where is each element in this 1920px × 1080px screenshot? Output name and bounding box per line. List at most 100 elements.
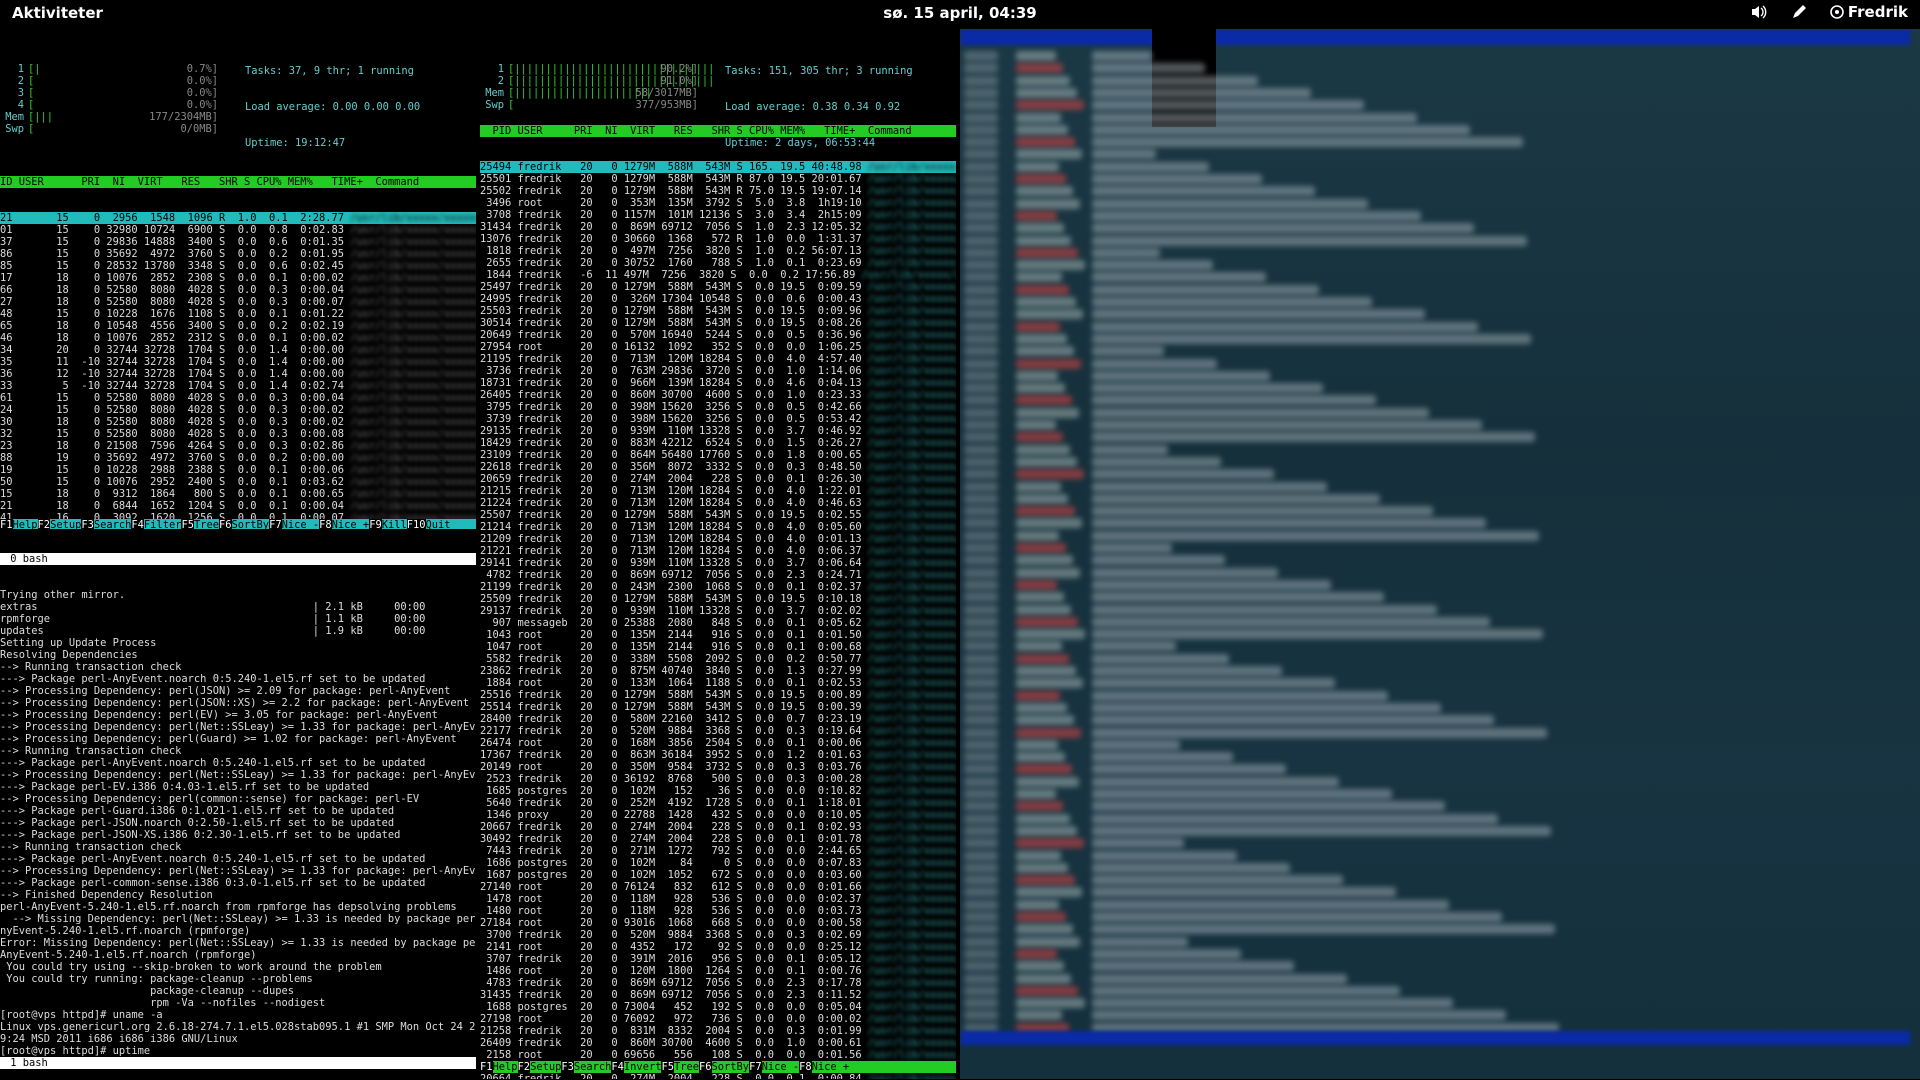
process-row[interactable]: 26409 fredrik 20 0 860M 30700 4600 S 0.0… bbox=[480, 1037, 956, 1049]
process-row[interactable]: 3700 fredrik 20 0 520M 9884 3368 S 0.0 0… bbox=[480, 929, 956, 941]
process-row[interactable]: 24 15 0 52580 8080 4028 S 0.0 0.3 0:00.0… bbox=[0, 404, 476, 416]
htop-middle-pane[interactable]: 1 [|||||||||||||||||||||||||||||||| 90.2%]… bbox=[480, 29, 956, 1079]
process-row[interactable]: 3736 fredrik 20 0 763M 29836 3720 S 0.0 … bbox=[480, 365, 956, 377]
process-row[interactable]: 65 18 0 10548 4556 3400 S 0.0 0.2 0:02.1… bbox=[0, 320, 476, 332]
process-row[interactable]: 23862 fredrik 20 0 875M 40740 3840 S 0.0… bbox=[480, 665, 956, 677]
process-row[interactable]: 18731 fredrik 20 0 966M 139M 18284 S 0.0… bbox=[480, 377, 956, 389]
process-row[interactable]: 2158 root 20 0 69656 556 108 S 0.0 0.0 0… bbox=[480, 1049, 956, 1061]
process-row[interactable]: 61 15 0 52580 8080 4028 S 0.0 0.3 0:00.0… bbox=[0, 392, 476, 404]
fkey-f5[interactable]: F5 bbox=[181, 519, 194, 529]
process-row[interactable]: 31434 fredrik 20 0 869M 69712 7056 S 1.0… bbox=[480, 221, 956, 233]
process-row[interactable]: 23 18 0 21508 7596 4264 S 0.0 0.3 0:02.8… bbox=[0, 440, 476, 452]
process-row[interactable]: 2655 fredrik 20 0 30752 1760 788 S 1.0 0… bbox=[480, 257, 956, 269]
fkey-f8[interactable]: F8 bbox=[799, 1061, 812, 1073]
process-row[interactable]: 21224 fredrik 20 0 713M 120M 18284 S 0.0… bbox=[480, 497, 956, 509]
process-row[interactable]: 36 12 -10 32744 32728 1704 S 0.0 1.4 0:0… bbox=[0, 368, 476, 380]
process-row[interactable]: 5582 fredrik 20 0 338M 5508 2092 S 0.0 0… bbox=[480, 653, 956, 665]
process-table-header[interactable]: ID USER PRI NI VIRT RES SHR S CPU% MEM% … bbox=[0, 176, 476, 188]
process-row[interactable]: 25503 fredrik 20 0 1279M 588M 543M S 0.0… bbox=[480, 305, 956, 317]
process-row[interactable]: 23109 fredrik 20 0 864M 56480 17760 S 0.… bbox=[480, 449, 956, 461]
fkey-f8[interactable]: F8 bbox=[319, 519, 332, 529]
process-row[interactable]: 25507 fredrik 20 0 1279M 588M 543M S 0.0… bbox=[480, 509, 956, 521]
fkey-f5[interactable]: F5 bbox=[661, 1061, 674, 1073]
process-row[interactable]: 15 18 0 9312 1864 800 S 0.0 0.1 0:00.65 /… bbox=[0, 488, 476, 500]
process-row[interactable]: 1844 fredrik -6 11 497M 7256 3820 S 0.0 … bbox=[480, 269, 956, 281]
process-row[interactable]: 86 15 0 35692 4972 3760 S 0.0 0.2 0:01.9… bbox=[0, 248, 476, 260]
fkey-f7[interactable]: F7 bbox=[749, 1061, 762, 1073]
fkey-f2[interactable]: F2 bbox=[517, 1061, 531, 1073]
process-row[interactable]: 27198 root 20 0 76092 972 736 S 0.0 0.0 … bbox=[480, 1013, 956, 1025]
process-row[interactable]: 32 15 0 52580 8080 4028 S 0.0 0.3 0:00.0… bbox=[0, 428, 476, 440]
fkey-f9[interactable]: F9 bbox=[369, 519, 382, 529]
process-row[interactable]: 37 15 0 29836 14888 3400 S 0.0 0.6 0:01.… bbox=[0, 236, 476, 248]
process-row[interactable]: 34 20 0 32744 32728 1704 S 0.0 1.4 0:00.… bbox=[0, 344, 476, 356]
process-table-header[interactable]: PID USER PRI NI VIRT RES SHR S CPU% MEM%… bbox=[480, 125, 956, 137]
process-row[interactable]: 27184 root 20 0 93016 1068 668 S 0.0 0.0… bbox=[480, 917, 956, 929]
fkey-f1[interactable]: F1 bbox=[0, 519, 13, 529]
process-row[interactable]: 21214 fredrik 20 0 713M 120M 18284 S 0.0… bbox=[480, 521, 956, 533]
process-row[interactable]: 1480 root 20 0 118M 928 536 S 0.0 0.0 0:… bbox=[480, 905, 956, 917]
user-menu[interactable]: Fredrik bbox=[1830, 3, 1908, 21]
process-row[interactable]: 31435 fredrik 20 0 869M 69712 7056 S 0.0… bbox=[480, 989, 956, 1001]
process-row[interactable]: 27 18 0 52580 8080 4028 S 0.0 0.3 0:00.0… bbox=[0, 296, 476, 308]
process-row[interactable]: 25514 fredrik 20 0 1279M 588M 543M S 0.0… bbox=[480, 701, 956, 713]
activities-button[interactable]: Aktiviteter bbox=[12, 4, 103, 22]
process-row[interactable]: 25516 fredrik 20 0 1279M 588M 543M S 0.0… bbox=[480, 689, 956, 701]
process-row[interactable]: 20664 fredrik 20 0 274M 2004 228 S 0.0 0… bbox=[480, 1073, 956, 1079]
process-row[interactable]: 46 18 0 10076 2852 2312 S 0.0 0.1 0:00.0… bbox=[0, 332, 476, 344]
process-row[interactable]: 21209 fredrik 20 0 713M 120M 18284 S 0.0… bbox=[480, 533, 956, 545]
process-row[interactable]: 3739 fredrik 20 0 398M 15620 3256 S 0.0 … bbox=[480, 413, 956, 425]
process-row[interactable]: 66 18 0 52580 8080 4028 S 0.0 0.3 0:00.0… bbox=[0, 284, 476, 296]
process-row[interactable]: 20667 fredrik 20 0 274M 2004 228 S 0.0 0… bbox=[480, 821, 956, 833]
irc-chat-pane[interactable] bbox=[960, 29, 1920, 1079]
terminal-output[interactable]: Trying other mirror. extras | 2.1 kB 00:0… bbox=[0, 589, 476, 1069]
htop-left-pane[interactable]: 1 [| 0.7%] 2 [0.0%] 3 [0.0%] 4 [0.0%] Mem [||| 177/… bbox=[0, 29, 476, 529]
process-row[interactable]: 13076 fredrik 20 0 30660 1368 572 R 1.0 … bbox=[480, 233, 956, 245]
process-row[interactable]: 20649 fredrik 20 0 570M 16940 5244 S 0.0… bbox=[480, 329, 956, 341]
process-row[interactable]: 1043 root 20 0 135M 2144 916 S 0.0 0.1 0… bbox=[480, 629, 956, 641]
process-row[interactable]: 1818 fredrik 20 0 497M 7256 3820 S 1.0 0… bbox=[480, 245, 956, 257]
process-row[interactable]: 26405 fredrik 20 0 860M 30700 4600 S 0.0… bbox=[480, 389, 956, 401]
process-row[interactable]: 30514 fredrik 20 0 1279M 588M 543M S 0.0… bbox=[480, 317, 956, 329]
process-row[interactable]: 1884 root 20 0 133M 1064 1188 S 0.0 0.1 … bbox=[480, 677, 956, 689]
fkey-f3[interactable]: F3 bbox=[561, 1061, 574, 1073]
fkey-f1[interactable]: F1 bbox=[480, 1061, 493, 1073]
process-row[interactable]: 27954 root 20 0 16132 1092 352 S 0.0 0.0… bbox=[480, 341, 956, 353]
process-row[interactable]: 3496 root 20 0 353M 135M 3792 S 5.0 3.8 … bbox=[480, 197, 956, 209]
process-row[interactable]: 3707 fredrik 20 0 391M 2016 956 S 0.0 0.… bbox=[480, 953, 956, 965]
process-row[interactable]: 50 15 0 10076 2952 2400 S 0.0 0.1 0:03.6… bbox=[0, 476, 476, 488]
process-row[interactable]: 48 15 0 10228 1676 1108 S 0.0 0.1 0:01.2… bbox=[0, 308, 476, 320]
process-row[interactable]: 29135 fredrik 20 0 939M 110M 13328 S 0.0… bbox=[480, 425, 956, 437]
process-row[interactable]: 1687 postgres 20 0 102M 1052 672 S 0.0 0… bbox=[480, 869, 956, 881]
process-row[interactable]: 21215 fredrik 20 0 713M 120M 18284 S 0.0… bbox=[480, 485, 956, 497]
process-row[interactable]: 27140 root 20 0 76124 832 612 S 0.0 0.0 … bbox=[480, 881, 956, 893]
process-row[interactable]: 21199 fredrik 20 0 243M 2300 1068 S 0.0 … bbox=[480, 581, 956, 593]
process-row[interactable]: 29137 fredrik 20 0 939M 110M 13328 S 0.0… bbox=[480, 605, 956, 617]
tmux-tab-top[interactable]: 0 bash bbox=[0, 553, 476, 565]
process-row[interactable]: 25494 fredrik 20 0 1279M 588M 543M S 165… bbox=[480, 161, 956, 173]
process-row[interactable]: 20659 fredrik 20 0 274M 2004 228 S 0.0 0… bbox=[480, 473, 956, 485]
process-row[interactable]: 1686 postgres 20 0 102M 84 0 S 0.0 0.0 0… bbox=[480, 857, 956, 869]
volume-icon[interactable] bbox=[1750, 3, 1768, 21]
process-row[interactable]: 2141 root 20 0 4352 172 92 S 0.0 0.0 0:2… bbox=[480, 941, 956, 953]
fkey-f6[interactable]: F6 bbox=[699, 1061, 712, 1073]
process-row[interactable]: 25502 fredrik 20 0 1279M 588M 543M R 75.… bbox=[480, 185, 956, 197]
process-list[interactable]: 25494 fredrik 20 0 1279M 588M 543M S 165… bbox=[480, 161, 956, 1079]
process-row[interactable]: 30492 fredrik 20 0 274M 2004 228 S 0.0 0… bbox=[480, 833, 956, 845]
clock[interactable]: sø. 15 april, 04:39 bbox=[883, 4, 1036, 22]
process-row[interactable]: 17367 fredrik 20 0 863M 36184 3952 S 0.0… bbox=[480, 749, 956, 761]
process-row[interactable]: 28400 fredrik 20 0 580M 22160 3412 S 0.0… bbox=[480, 713, 956, 725]
process-row[interactable]: 35 11 -10 32744 32728 1704 S 0.0 1.4 0:0… bbox=[0, 356, 476, 368]
fkey-f4[interactable]: F4 bbox=[131, 519, 144, 529]
process-row[interactable]: 1346 proxy 20 0 22788 1428 432 S 0.0 0.0… bbox=[480, 809, 956, 821]
process-row[interactable]: 20149 root 20 0 350M 9584 3732 S 0.0 0.3… bbox=[480, 761, 956, 773]
fkey-f4[interactable]: F4 bbox=[611, 1061, 624, 1073]
process-row[interactable]: 3708 fredrik 20 0 1157M 101M 12136 S 3.0… bbox=[480, 209, 956, 221]
process-row[interactable]: 26474 root 20 0 168M 3856 2504 S 0.0 0.1… bbox=[480, 737, 956, 749]
process-row[interactable]: 1688 postgres 20 0 73004 452 192 S 0.0 0… bbox=[480, 1001, 956, 1013]
fkey-f10[interactable]: F10 bbox=[406, 519, 426, 529]
process-row[interactable]: 21258 fredrik 20 0 831M 8332 2004 S 0.0 … bbox=[480, 1025, 956, 1037]
process-row[interactable]: 4783 fredrik 20 0 869M 69712 7056 S 0.0 … bbox=[480, 977, 956, 989]
process-row[interactable]: 01 15 0 32980 10724 6900 S 0.0 0.8 0:02.… bbox=[0, 224, 476, 236]
pen-icon[interactable] bbox=[1790, 3, 1808, 21]
